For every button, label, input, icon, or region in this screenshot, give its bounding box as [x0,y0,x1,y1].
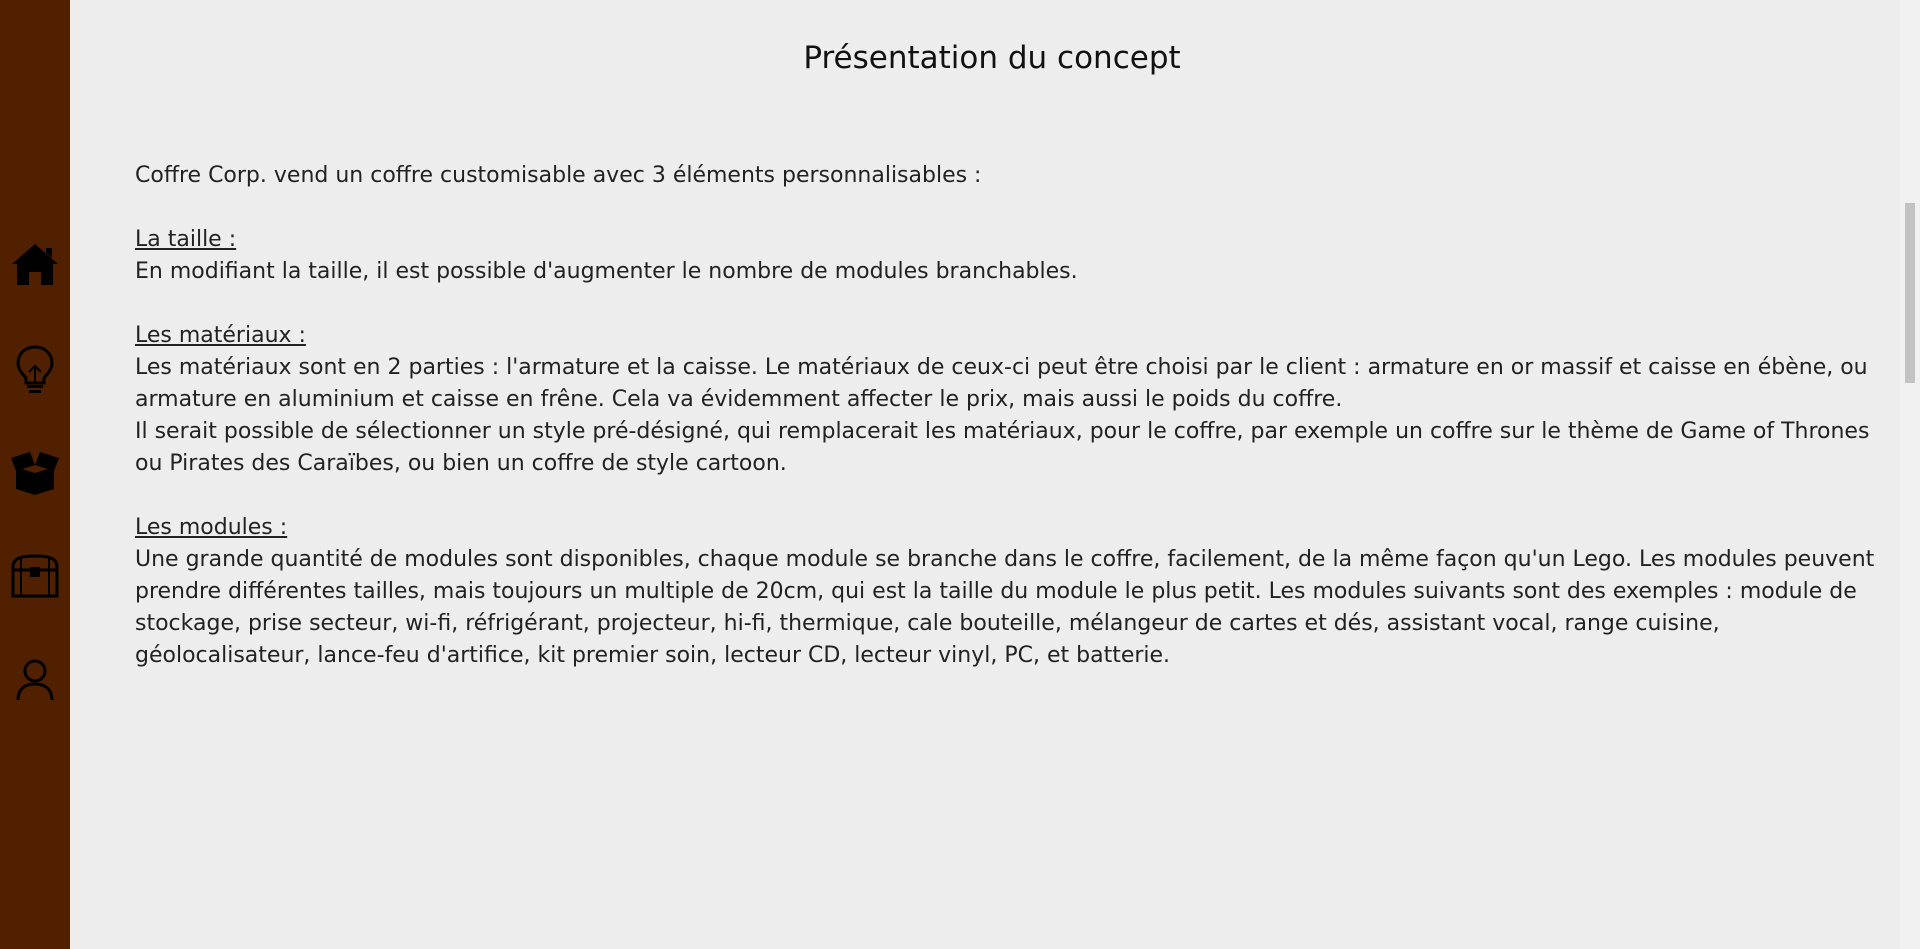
section-text-modules: Une grande quantité de modules sont disp… [135,547,1875,668]
vertical-scrollbar[interactable] [1900,0,1920,949]
user-icon[interactable] [6,651,64,709]
scrollbar-thumb[interactable] [1905,203,1915,383]
concept-description: Coffre Corp. vend un coffre customisable… [135,160,1885,672]
section-text-materials-style: Il serait possible de sélectionner un st… [135,419,1870,476]
home-icon[interactable] [6,236,64,294]
sidebar [0,0,70,949]
open-box-icon[interactable] [6,443,64,501]
section-heading-size: La taille : [135,227,237,252]
section-heading-materials: Les matériaux : [135,323,306,348]
section-text-size: En modifiant la taille, il est possible … [135,259,1078,284]
section-heading-modules: Les modules : [135,515,288,540]
main-content: Présentation du concept Coffre Corp. ven… [70,0,1900,949]
intro-text: Coffre Corp. vend un coffre customisable… [135,163,982,188]
page-title: Présentation du concept [803,40,1181,76]
treasure-chest-icon[interactable] [6,547,64,605]
section-text-materials: Les matériaux sont en 2 parties : l'arma… [135,355,1868,412]
lightbulb-icon[interactable] [6,340,64,398]
